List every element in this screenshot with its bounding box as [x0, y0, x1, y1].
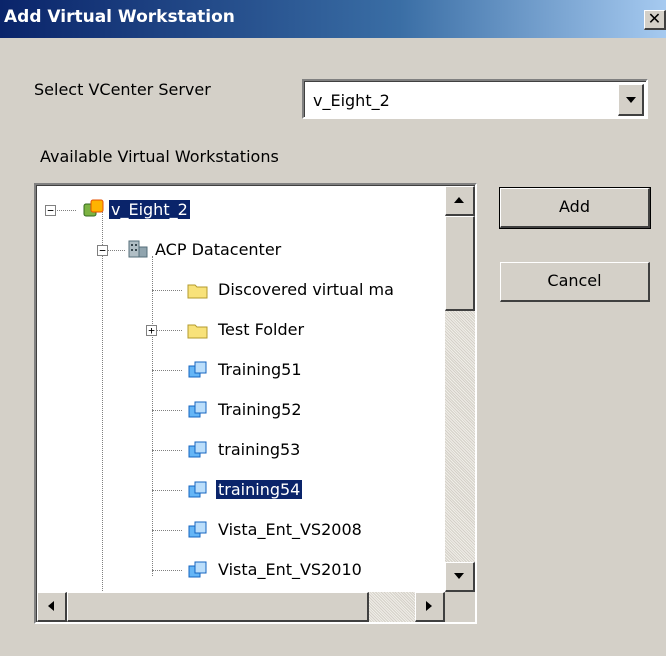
workstation-tree[interactable]: − v_Eight_2 − ACP Datacenter Discovered	[34, 183, 477, 624]
tree-node-label: Test Folder	[218, 320, 305, 339]
workstations-label: Available Virtual Workstations	[40, 147, 279, 166]
tree-connector	[102, 212, 103, 607]
tree-connector	[152, 256, 153, 576]
scroll-up-button[interactable]	[445, 186, 475, 216]
vm-icon	[188, 441, 207, 458]
arrow-up-icon	[454, 197, 464, 203]
vm-icon	[188, 401, 207, 418]
datacenter-icon	[128, 240, 148, 258]
collapse-toggle[interactable]: −	[45, 205, 56, 216]
collapse-toggle[interactable]: −	[97, 245, 108, 256]
folder-icon	[187, 324, 208, 339]
tree-connector	[152, 370, 182, 371]
vcenter-icon	[83, 199, 104, 217]
vcenter-server-value: v_Eight_2	[313, 91, 390, 110]
tree-node-label: ACP Datacenter	[155, 240, 282, 259]
tree-connector	[157, 330, 182, 331]
vertical-scroll-thumb[interactable]	[445, 216, 475, 311]
tree-connector	[107, 250, 125, 251]
arrow-left-icon	[48, 601, 54, 611]
scroll-left-button[interactable]	[37, 592, 67, 622]
horizontal-scroll-thumb[interactable]	[67, 592, 369, 622]
vertical-scrollbar[interactable]	[445, 186, 475, 592]
close-icon: ✕	[647, 9, 662, 28]
tree-node-label: training54	[214, 479, 304, 500]
tree-node-label: Training52	[218, 400, 302, 419]
folder-icon	[187, 284, 208, 299]
tree-node-label: Vista_Ent_VS2010	[218, 560, 362, 579]
tree-connector	[54, 210, 76, 211]
tree-node-label: training53	[218, 440, 301, 459]
arrow-right-icon	[426, 601, 432, 611]
close-button[interactable]: ✕	[644, 10, 666, 30]
arrow-down-icon	[454, 573, 464, 579]
expand-toggle[interactable]: +	[146, 325, 157, 336]
vcenter-server-select[interactable]: v_Eight_2	[302, 79, 648, 119]
window-title: Add Virtual Workstation	[4, 7, 235, 27]
chevron-down-icon	[626, 97, 636, 103]
tree-connector	[152, 490, 182, 491]
scrollbar-corner	[445, 592, 475, 622]
tree-node-label: v_Eight_2	[108, 199, 191, 220]
tree-connector	[152, 570, 182, 571]
vm-icon	[188, 481, 207, 498]
dropdown-button[interactable]	[618, 84, 644, 116]
tree-node-label: Vista_Ent_VS2008	[218, 520, 362, 539]
tree-connector	[152, 530, 182, 531]
tree-node-label: Discovered virtual ma	[218, 280, 394, 299]
add-button[interactable]: Add	[499, 187, 651, 229]
scroll-down-button[interactable]	[445, 562, 475, 592]
server-label: Select VCenter Server	[34, 80, 211, 99]
vm-icon	[188, 361, 207, 378]
horizontal-scrollbar[interactable]	[37, 592, 445, 622]
cancel-button[interactable]: Cancel	[500, 262, 650, 302]
tree-connector	[152, 290, 182, 291]
vm-icon	[188, 561, 207, 578]
tree-connector	[152, 410, 182, 411]
tree-connector	[152, 450, 182, 451]
scroll-right-button[interactable]	[415, 592, 445, 622]
vm-icon	[188, 521, 207, 538]
title-bar[interactable]: Add Virtual Workstation ✕	[0, 0, 666, 38]
tree-node-label: Training51	[218, 360, 302, 379]
